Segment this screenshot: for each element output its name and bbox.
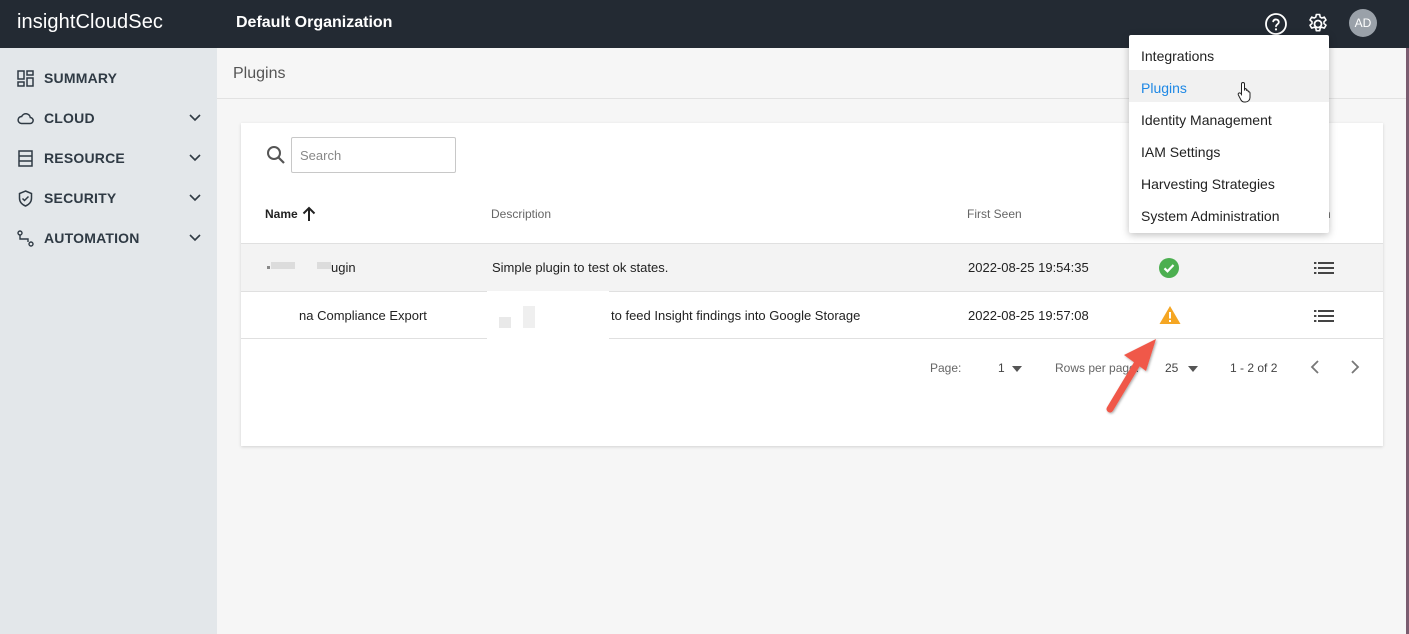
sidebar-item-automation[interactable]: AUTOMATION [0,218,217,258]
menu-item-harvesting-strategies[interactable]: Harvesting Strategies [1129,166,1329,198]
plugin-description: Simple plugin to test ok states. [492,260,669,275]
menu-item-integrations[interactable]: Integrations [1129,38,1329,70]
sort-ascending-icon[interactable] [301,205,317,223]
gear-icon[interactable] [1305,11,1331,37]
search-input[interactable] [291,137,456,173]
resource-icon [18,150,33,167]
warning-icon [1159,306,1181,324]
plugin-name[interactable]: ugin [331,260,356,275]
plugin-first-seen: 2022-08-25 19:54:35 [968,260,1089,275]
pagination-page-select[interactable]: 1 [998,361,1005,375]
caret-down-icon[interactable] [1011,365,1023,373]
sidebar-item-label: SUMMARY [44,70,118,86]
chevron-down-icon[interactable] [188,233,202,243]
column-header-description[interactable]: Description [491,207,551,221]
sidebar-item-resource[interactable]: RESOURCE [0,138,217,178]
list-icon[interactable] [1314,309,1334,323]
plugin-first-seen: 2022-08-25 19:57:08 [968,308,1089,323]
sidebar: SUMMARY CLOUD RESOURCE SECURITY AUTOMATI… [0,48,217,634]
sidebar-item-label: AUTOMATION [44,230,140,246]
avatar[interactable]: AD [1349,9,1377,37]
redaction-mark [499,317,511,328]
menu-item-iam-settings[interactable]: IAM Settings [1129,134,1329,166]
list-icon[interactable] [1314,261,1334,275]
help-icon[interactable] [1263,11,1289,37]
chevron-down-icon[interactable] [188,153,202,163]
sidebar-item-summary[interactable]: SUMMARY [0,58,217,98]
pagination-range: 1 - 2 of 2 [1230,361,1278,375]
organization-name[interactable]: Default Organization [236,14,392,32]
pagination-page-label: Page: [930,361,962,375]
menu-item-identity-management[interactable]: Identity Management [1129,102,1329,134]
page-title: Plugins [233,65,286,82]
annotation-arrow-icon [1106,339,1156,413]
column-header-first-seen[interactable]: First Seen [967,207,1022,221]
plugin-description: to feed Insight findings into Google Sto… [611,308,861,323]
sidebar-item-label: SECURITY [44,190,117,206]
table-row[interactable]: na Compliance Export to feed Insight fin… [241,291,1383,341]
sidebar-item-label: CLOUD [44,110,95,126]
check-circle-icon [1159,258,1179,278]
menu-item-system-administration[interactable]: System Administration [1129,198,1329,230]
table-row[interactable]: ugin Simple plugin to test ok states. 20… [241,243,1383,291]
hand-cursor-icon [1237,81,1251,103]
plugin-name[interactable]: na Compliance Export [299,308,427,323]
pagination-rows-select[interactable]: 25 [1165,361,1178,375]
caret-down-icon[interactable] [1187,365,1199,373]
dashboard-icon [17,70,34,87]
redaction-mark [271,262,295,269]
sidebar-item-label: RESOURCE [44,150,125,166]
automation-icon [17,230,34,247]
menu-item-plugins[interactable]: Plugins [1129,70,1329,102]
chevron-down-icon[interactable] [188,193,202,203]
redaction-mark [523,306,535,328]
redaction-mark [317,262,331,269]
column-header-name[interactable]: Name [265,207,298,221]
chevron-right-icon[interactable] [1350,359,1360,375]
settings-menu: Integrations Plugins Identity Management… [1129,35,1329,233]
shield-icon [18,190,33,207]
cloud-icon [17,112,34,125]
search-icon [267,146,285,164]
redaction-mask [487,291,609,341]
chevron-down-icon[interactable] [188,113,202,123]
chevron-left-icon[interactable] [1310,359,1320,375]
redaction-mark [267,266,270,269]
brand-logo[interactable]: insightCloudSec [17,11,163,34]
sidebar-item-security[interactable]: SECURITY [0,178,217,218]
sidebar-item-cloud[interactable]: CLOUD [0,98,217,138]
